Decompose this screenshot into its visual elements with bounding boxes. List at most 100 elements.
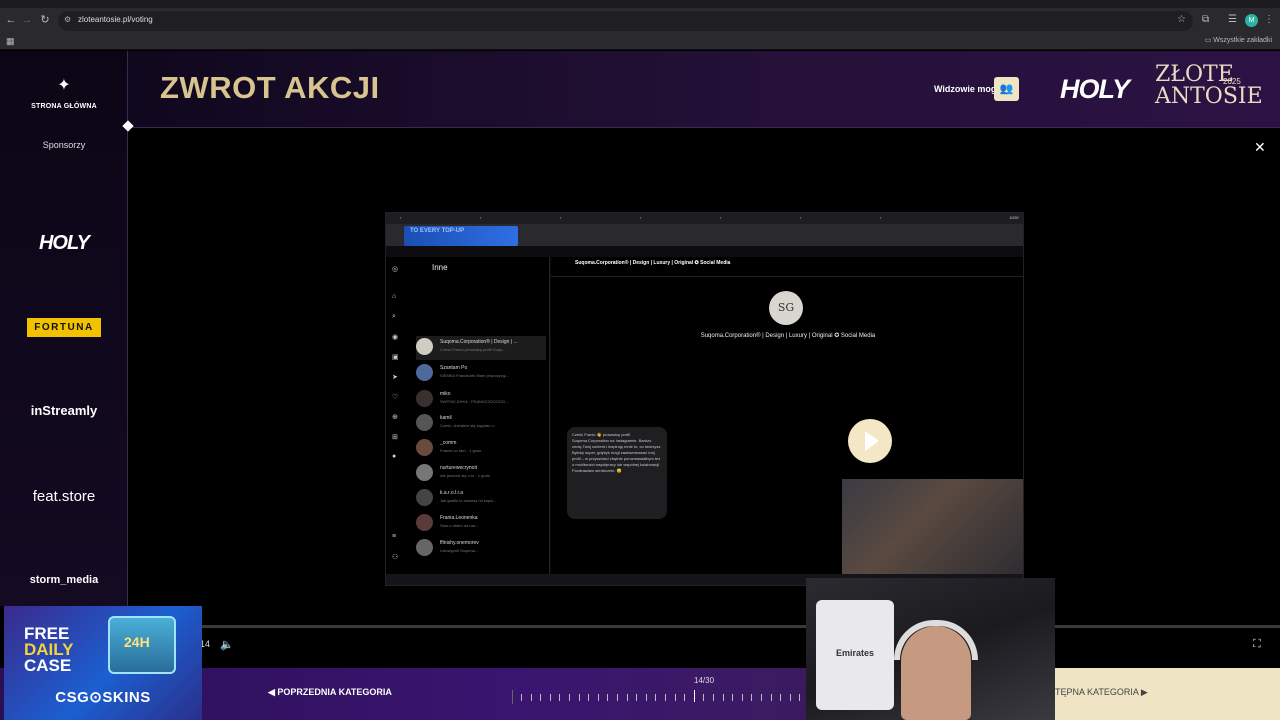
- next-category-button-label[interactable]: TĘPNA KATEGORIA ▶: [1055, 687, 1148, 698]
- video-instagram-nav: ◎ ⌂ ⌕ ◉ ▣ ➤ ♡ ⊕ ⊞ ● ≡ ⚇: [386, 257, 408, 575]
- timeline-tick: [732, 694, 734, 701]
- timeline-tick: [665, 694, 666, 701]
- video-profile-name: Suqoma.Corporation® | Design | Luxury | …: [700, 333, 876, 339]
- extensions-icon[interactable]: ⧉: [1202, 14, 1209, 25]
- apps-grid-icon[interactable]: ▦: [6, 36, 15, 47]
- site-info-icon[interactable]: ⚙: [64, 15, 71, 24]
- back-icon[interactable]: ←: [4, 13, 18, 27]
- video-dm-list: Inne Suqoma.Corporation® | Design | ... C…: [408, 257, 550, 575]
- video-progress-bar-end[interactable]: [1055, 625, 1280, 628]
- video-message-bubble: Cześć Franio 👋 prowadzę profil Suqoma.Co…: [567, 427, 667, 519]
- list-item: Frania.Leonenka Sara z dnem na nar...: [416, 512, 546, 536]
- video-webcam-overlay: [842, 479, 1023, 585]
- timeline-tick: [761, 694, 762, 701]
- timeline-tick: [549, 694, 551, 701]
- list-item: nurturewecrynoit Ale jeszcze się o to · 1…: [416, 462, 546, 486]
- forward-icon[interactable]: →: [20, 13, 34, 27]
- browser-tab-strip: [0, 0, 1280, 8]
- timeline-tick: [530, 694, 532, 701]
- arrow-left-icon: ◀: [268, 687, 278, 697]
- viewers-group-button[interactable]: 👥: [994, 77, 1019, 101]
- timeline-tick: [751, 694, 753, 701]
- browser-tab[interactable]: [370, 0, 490, 8]
- video-chat-header: Suqoma.Corporation® | Design | Luxury | …: [551, 257, 1023, 277]
- case-icon: 24H: [108, 616, 176, 674]
- next-category-label: TĘPNA KATEGORIA: [1055, 687, 1139, 697]
- all-bookmarks-label: Wszystkie zakładki: [1213, 37, 1272, 44]
- timeline-tick: [578, 694, 580, 701]
- timeline-tick: [741, 694, 743, 701]
- category-counter: 14/30: [694, 676, 715, 685]
- browser-tab[interactable]: [30, 0, 150, 8]
- logo-antosie-text: ANTOSIE: [1155, 84, 1263, 109]
- list-item: miko SWPSKI DHKA · FRANIOOOOOOO...: [416, 388, 546, 412]
- url-text: zloteantosie.pl/voting: [78, 15, 153, 24]
- browser-toolbar: ← → ↻ ⚙ zloteantosie.pl/voting ☆ ⧉ ☰ M ⋮: [0, 8, 1280, 34]
- folder-icon: ▭: [1204, 37, 1214, 44]
- timeline-tick: [770, 694, 772, 701]
- logo-year: 2025: [1223, 77, 1241, 86]
- sponsor-feat-store[interactable]: feat.store: [0, 488, 128, 505]
- arrow-right-icon: ▶: [1138, 687, 1148, 697]
- sponsor-holy[interactable]: HOLY: [0, 232, 128, 255]
- timeline-tick: [521, 694, 522, 701]
- home-link[interactable]: ✦ STRONA GŁÓWNA: [0, 75, 128, 113]
- logo-holy: HOLY: [1060, 74, 1130, 104]
- previous-category-label: POPRZEDNIA KATEGORIA: [277, 687, 392, 697]
- logo-zlote-text: ZŁOTE: [1155, 62, 1234, 87]
- star-icon: ✦: [57, 77, 71, 94]
- timeline-tick: [674, 694, 676, 701]
- ad-brand: CSG⊙SKINS: [55, 689, 151, 706]
- timeline-tick: [655, 694, 657, 701]
- list-item: ffinishy.onemorev Udostępnił Suqoma...: [416, 537, 546, 561]
- timeline-tick: [626, 694, 628, 701]
- close-icon[interactable]: ✕: [1254, 139, 1266, 156]
- sponsors-label: Sponsorzy: [42, 140, 86, 150]
- list-item: k.a.r.o.l.r.a Jak grafiki to możesz mi ku…: [416, 487, 546, 511]
- viewers-label: Widzowie mogą: [934, 84, 1002, 94]
- timeline-tick: [703, 694, 705, 701]
- page-title: ZWROT AKCJI: [160, 70, 380, 105]
- group-icon: 👥: [999, 83, 1014, 95]
- bookmark-star-icon[interactable]: ☆: [1177, 14, 1186, 25]
- timeline-tick: [722, 694, 724, 701]
- timeline-tick: [597, 694, 599, 701]
- play-icon[interactable]: [848, 419, 892, 463]
- address-bar[interactable]: ⚙ zloteantosie.pl/voting: [58, 11, 1193, 31]
- list-item: Szantam Po SIEMKA Franciszek Mam propozyc…: [416, 362, 546, 386]
- browser-tab[interactable]: [150, 0, 260, 8]
- all-bookmarks-button[interactable]: ▭ Wszystkie zakładki: [1205, 36, 1272, 44]
- timeline-tick: [617, 694, 618, 701]
- previous-category-button[interactable]: ◀ POPRZEDNIA KATEGORIA: [268, 687, 392, 698]
- home-label: STRONA GŁÓWNA: [31, 103, 97, 110]
- video-topup-banner: TO EVERY TOP-UP: [404, 226, 518, 246]
- sponsor-fortuna[interactable]: FORTUNA: [27, 318, 101, 337]
- list-item: Suqoma.Corporation® | Design | ... Cześć …: [416, 336, 546, 360]
- timeline-tick: [645, 694, 647, 701]
- timeline-tick: [559, 694, 561, 701]
- fullscreen-icon[interactable]: ⛶: [1253, 638, 1261, 651]
- csgo-skins-ad[interactable]: FREE DAILY CASE 24H CSG⊙SKINS: [4, 606, 202, 720]
- volume-icon[interactable]: 🔈: [220, 638, 234, 651]
- timeline-tick: [789, 694, 791, 701]
- sponsor-storm-media[interactable]: storm_media: [0, 574, 128, 586]
- menu-icon[interactable]: ⋮: [1264, 14, 1274, 25]
- video-profile-avatar: SG: [769, 291, 803, 325]
- video-dm-title: Inne: [432, 263, 448, 272]
- timeline-tick: [569, 694, 570, 701]
- video-browser-tabs: ▪ ▪ ▪ ▪ ▪ ▪ ▪ DZIK: [386, 213, 1023, 224]
- timeline-tick: [684, 694, 686, 701]
- category-timeline[interactable]: [512, 690, 806, 704]
- jersey: Emirates: [816, 600, 894, 710]
- video-frame[interactable]: ▪ ▪ ▪ ▪ ▪ ▪ ▪ DZIK TO EVERY TOP-UP ◎ ⌂ ⌕ ◉ ▣ ➤ ♡ ⊕ ⊞ ● ≡…: [385, 212, 1024, 586]
- browser-tab[interactable]: [260, 0, 370, 8]
- timeline-tick: [780, 694, 782, 701]
- timeline-tick: [607, 694, 609, 701]
- headset: [894, 620, 978, 660]
- sponsor-instreamly[interactable]: inStreamly: [0, 403, 128, 418]
- list-item: _comm Franek co tam · 1 godz.: [416, 437, 546, 461]
- profile-avatar[interactable]: M: [1245, 14, 1258, 27]
- dzik-logo: DZIK: [1009, 215, 1019, 220]
- media-icon[interactable]: ☰: [1228, 14, 1237, 25]
- reload-icon[interactable]: ↻: [38, 13, 52, 27]
